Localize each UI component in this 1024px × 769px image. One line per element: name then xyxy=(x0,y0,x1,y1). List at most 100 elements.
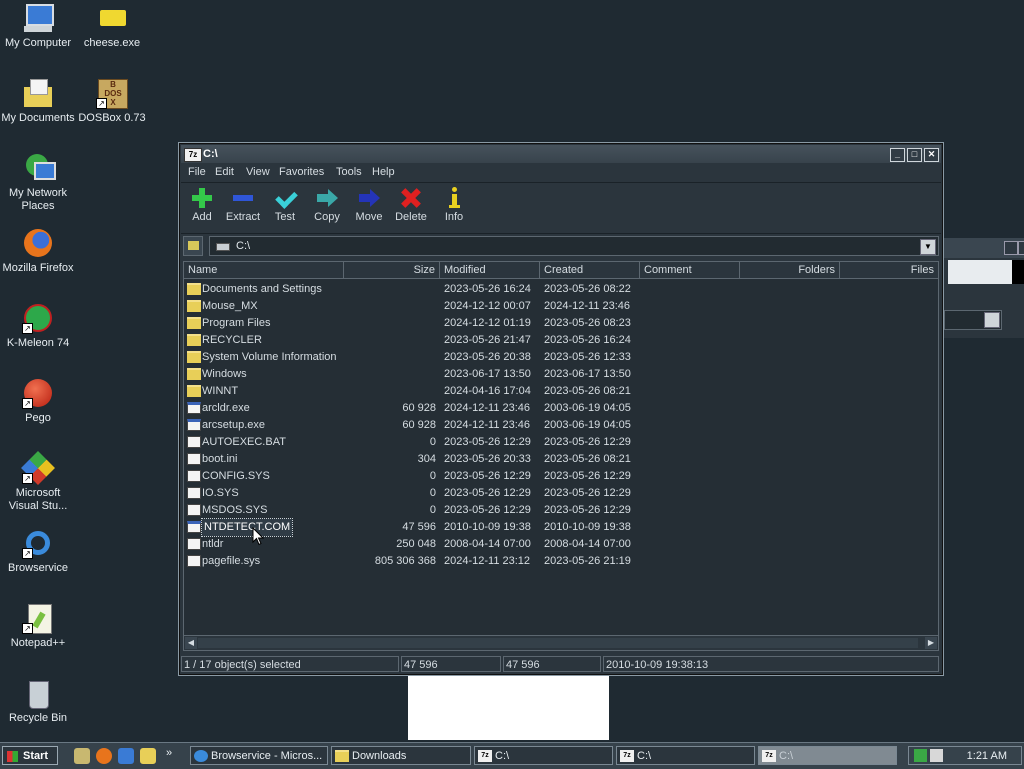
column-created[interactable]: Created xyxy=(540,262,640,278)
up-folder-button[interactable] xyxy=(183,236,203,256)
7zip-app-icon: 7z xyxy=(762,750,776,762)
table-row[interactable]: Program Files 2024-12-12 01:19 2023-05-26 … xyxy=(184,315,938,332)
desktop-icon-my-computer[interactable]: My Computer xyxy=(0,2,76,50)
file-created: 2003-06-19 04:05 xyxy=(544,402,631,414)
column-comment[interactable]: Comment xyxy=(640,262,740,278)
scroll-thumb[interactable] xyxy=(198,638,918,648)
quick-launch-more[interactable]: » xyxy=(166,747,172,759)
background-window-maximize[interactable] xyxy=(1018,241,1024,255)
clock[interactable]: 1:21 AM xyxy=(967,747,1007,766)
table-row[interactable]: Mouse_MX 2024-12-12 00:07 2024-12-11 23:46 xyxy=(184,298,938,315)
copy-button[interactable]: Copy xyxy=(306,187,348,223)
menu-tools[interactable]: Tools xyxy=(336,166,362,178)
network-icon[interactable] xyxy=(118,748,134,764)
background-window-dropdown[interactable] xyxy=(984,312,1000,328)
task-c-drive-2[interactable]: 7z C:\ xyxy=(616,746,755,765)
file-icon xyxy=(187,419,201,431)
cheese-icon xyxy=(96,2,128,34)
extract-button[interactable]: Extract xyxy=(222,187,264,223)
table-row[interactable]: IO.SYS 0 2023-05-26 12:29 2023-05-26 12:29 xyxy=(184,485,938,502)
search-icon[interactable] xyxy=(140,748,156,764)
column-modified[interactable]: Modified xyxy=(440,262,540,278)
desktop-icon-firefox[interactable]: Mozilla Firefox xyxy=(0,227,76,275)
desktop-icon-visual-studio[interactable]: ↗ Microsoft Visual Stu... xyxy=(0,451,76,513)
task-browservice[interactable]: Browservice - Micros... xyxy=(190,746,328,765)
tray-app-icon[interactable] xyxy=(914,749,927,762)
close-button[interactable]: ✕ xyxy=(924,148,939,162)
7zip-app-icon: 7z xyxy=(184,148,202,162)
desktop-icon-browservice[interactable]: ↗ Browservice xyxy=(0,527,76,575)
column-files[interactable]: Files xyxy=(840,262,938,278)
scroll-right-button[interactable]: ▶ xyxy=(925,637,937,649)
firefox-icon[interactable] xyxy=(96,748,112,764)
delete-button[interactable]: Delete xyxy=(390,187,432,223)
address-combo[interactable]: C:\ ▼ xyxy=(209,236,939,256)
info-button[interactable]: Info xyxy=(433,187,475,223)
file-name: WINNT xyxy=(202,385,239,397)
maximize-button[interactable]: □ xyxy=(907,148,922,162)
minus-icon xyxy=(232,187,254,209)
toolbar: Add Extract Test Copy Move Delete Info xyxy=(181,183,941,234)
task-downloads[interactable]: Downloads xyxy=(331,746,471,765)
status-bar: 1 / 17 object(s) selected 47 596 47 596 … xyxy=(181,655,941,673)
minimize-button[interactable]: _ xyxy=(890,148,905,162)
add-button[interactable]: Add xyxy=(181,187,223,223)
task-c-drive-1[interactable]: 7z C:\ xyxy=(474,746,613,765)
task-c-drive-active[interactable]: 7z C:\ xyxy=(758,746,897,765)
table-row[interactable]: WINNT 2024-04-16 17:04 2023-05-26 08:21 xyxy=(184,383,938,400)
file-modified: 2023-05-26 12:29 xyxy=(444,436,531,448)
file-name: Program Files xyxy=(202,317,271,329)
table-row[interactable]: Documents and Settings 2023-05-26 16:24 20… xyxy=(184,281,938,298)
file-manager-window[interactable]: 7z C:\ _ □ ✕ File Edit View Favorites To… xyxy=(178,142,944,676)
file-rows: Documents and Settings 2023-05-26 16:24 20… xyxy=(184,281,938,570)
tray-volume-icon[interactable] xyxy=(930,749,943,762)
table-row[interactable]: ntldr 250 048 2008-04-14 07:00 2008-04-14 0… xyxy=(184,536,938,553)
menu-edit[interactable]: Edit xyxy=(215,166,234,178)
desktop-icon-network-places[interactable]: My Network Places xyxy=(0,152,76,213)
table-row[interactable]: Windows 2023-06-17 13:50 2023-06-17 13:50 xyxy=(184,366,938,383)
table-row[interactable]: arcldr.exe 60 928 2024-12-11 23:46 2003-06-… xyxy=(184,400,938,417)
file-list[interactable]: Name Size Modified Created Comment Folde… xyxy=(183,261,939,651)
folder-up-icon xyxy=(188,241,199,250)
table-row[interactable]: CONFIG.SYS 0 2023-05-26 12:29 2023-05-26 12… xyxy=(184,468,938,485)
start-button[interactable]: Start xyxy=(2,746,58,765)
desktop-icon-recycle-bin[interactable]: Recycle Bin xyxy=(0,677,76,725)
table-row[interactable]: System Volume Information 2023-05-26 20:3… xyxy=(184,349,938,366)
file-created: 2010-10-09 19:38 xyxy=(544,521,631,533)
menu-view[interactable]: View xyxy=(246,166,270,178)
background-window-minimize[interactable] xyxy=(1004,241,1018,255)
menu-help[interactable]: Help xyxy=(372,166,395,178)
table-row[interactable]: NTDETECT.COM 47 596 2010-10-09 19:38 2010-1… xyxy=(184,518,938,537)
address-dropdown-button[interactable]: ▼ xyxy=(920,239,936,255)
file-icon xyxy=(187,521,201,533)
column-folders[interactable]: Folders xyxy=(740,262,840,278)
show-desktop-icon[interactable] xyxy=(74,748,90,764)
desktop-icon-my-documents[interactable]: My Documents xyxy=(0,77,76,125)
test-button[interactable]: Test xyxy=(264,186,306,223)
desktop-icon-cheese[interactable]: cheese.exe xyxy=(74,2,150,50)
status-packed-size: 47 596 xyxy=(503,656,601,672)
7zip-app-icon: 7z xyxy=(620,750,634,762)
desktop-icon-dosbox[interactable]: B DOS X ↗ DOSBox 0.73 xyxy=(74,77,150,125)
taskbar: Start » Browservice - Micros... Download… xyxy=(0,742,1024,769)
table-row[interactable]: MSDOS.SYS 0 2023-05-26 12:29 2023-05-26 12:… xyxy=(184,502,938,519)
table-row[interactable]: arcsetup.exe 60 928 2024-12-11 23:46 2003-0… xyxy=(184,417,938,434)
desktop-icon-pego[interactable]: ↗ Pego xyxy=(0,377,76,425)
horizontal-scrollbar[interactable]: ◀ ▶ xyxy=(184,635,938,650)
menu-bar: File Edit View Favorites Tools Help xyxy=(181,164,941,183)
table-row[interactable]: pagefile.sys 805 306 368 2024-12-11 23:12 2… xyxy=(184,553,938,570)
table-row[interactable]: RECYCLER 2023-05-26 21:47 2023-05-26 16:24 xyxy=(184,332,938,349)
column-size[interactable]: Size xyxy=(344,262,440,278)
desktop-icon-k-meleon[interactable]: ↗ K-Meleon 74 xyxy=(0,302,76,350)
scroll-left-button[interactable]: ◀ xyxy=(185,637,197,649)
table-row[interactable]: boot.ini 304 2023-05-26 20:33 2023-05-26 08… xyxy=(184,451,938,468)
background-window[interactable] xyxy=(940,238,1024,338)
internet-explorer-icon xyxy=(194,750,208,762)
menu-favorites[interactable]: Favorites xyxy=(279,166,324,178)
title-bar[interactable]: 7z C:\ _ □ ✕ xyxy=(181,145,941,163)
move-button[interactable]: Move xyxy=(348,187,390,223)
column-name[interactable]: Name xyxy=(184,262,344,278)
menu-file[interactable]: File xyxy=(188,166,206,178)
desktop-icon-notepad-plus-plus[interactable]: ↗ Notepad++ xyxy=(0,602,76,650)
table-row[interactable]: AUTOEXEC.BAT 0 2023-05-26 12:29 2023-05-26 … xyxy=(184,434,938,451)
